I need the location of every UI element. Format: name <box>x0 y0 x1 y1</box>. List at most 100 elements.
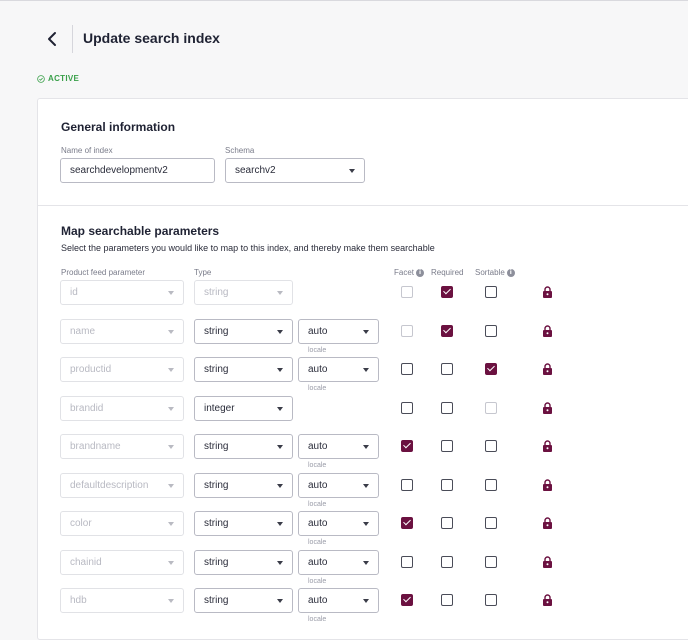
param-select[interactable]: defaultdescription <box>60 473 184 498</box>
param-select-value: id <box>70 287 78 298</box>
param-select-value: productid <box>70 364 112 375</box>
page-title: Update search index <box>83 30 220 46</box>
type-select-value: string <box>204 287 229 298</box>
caret-down-icon <box>349 169 355 173</box>
locale-label: locale <box>308 501 327 508</box>
facet-checkbox[interactable] <box>401 479 413 491</box>
locale-select-value: auto <box>308 326 328 337</box>
info-icon[interactable]: i <box>416 268 425 277</box>
caret-down-icon <box>363 522 369 526</box>
param-select-value: hdb <box>70 595 87 606</box>
locale-select[interactable]: auto <box>298 357 379 382</box>
type-select[interactable]: string <box>194 588 293 613</box>
required-checkbox[interactable] <box>441 440 453 452</box>
type-select[interactable]: string <box>194 550 293 575</box>
locale-select-value: auto <box>308 364 328 375</box>
caret-down-icon <box>277 368 283 372</box>
locale-select[interactable]: auto <box>298 434 379 459</box>
col-sortable-label: Sortable <box>475 268 505 277</box>
param-select-value: chainid <box>70 557 102 568</box>
locale-select-value: auto <box>308 480 328 491</box>
lock-icon[interactable] <box>542 362 553 375</box>
param-select[interactable]: name <box>60 319 184 344</box>
lock-icon[interactable] <box>542 401 553 414</box>
required-checkbox[interactable] <box>441 479 453 491</box>
param-select[interactable]: hdb <box>60 588 184 613</box>
facet-checkbox[interactable] <box>401 402 413 414</box>
sortable-checkbox[interactable] <box>485 479 497 491</box>
type-select-value: string <box>204 595 229 606</box>
locale-select-value: auto <box>308 441 328 452</box>
locale-label: locale <box>308 385 327 392</box>
caret-down-icon <box>277 522 283 526</box>
caret-down-icon <box>168 522 174 526</box>
locale-select[interactable]: auto <box>298 550 379 575</box>
required-checkbox[interactable] <box>441 325 453 337</box>
lock-icon[interactable] <box>542 516 553 529</box>
sortable-checkbox[interactable] <box>485 440 497 452</box>
sortable-checkbox[interactable] <box>485 363 497 375</box>
lock-icon[interactable] <box>542 439 553 452</box>
type-select[interactable]: string <box>194 434 293 459</box>
facet-checkbox[interactable] <box>401 556 413 568</box>
locale-select[interactable]: auto <box>298 588 379 613</box>
sortable-checkbox[interactable] <box>485 517 497 529</box>
facet-checkbox[interactable] <box>401 363 413 375</box>
lock-icon[interactable] <box>542 593 553 606</box>
header-divider <box>72 25 73 53</box>
type-select[interactable]: string <box>194 473 293 498</box>
facet-checkbox[interactable] <box>401 286 413 298</box>
lock-icon[interactable] <box>542 478 553 491</box>
param-select-value: name <box>70 326 96 337</box>
sortable-checkbox[interactable] <box>485 594 497 606</box>
index-name-input[interactable]: searchdevelopmentv2 <box>60 158 215 183</box>
caret-down-icon <box>277 484 283 488</box>
type-select[interactable]: integer <box>194 396 293 421</box>
param-select[interactable]: brandid <box>60 396 184 421</box>
locale-label: locale <box>308 616 327 623</box>
facet-checkbox[interactable] <box>401 325 413 337</box>
locale-select[interactable]: auto <box>298 473 379 498</box>
status-label: ACTIVE <box>48 74 80 83</box>
locale-label: locale <box>308 578 327 585</box>
required-checkbox[interactable] <box>441 594 453 606</box>
facet-checkbox[interactable] <box>401 517 413 529</box>
type-select[interactable]: string <box>194 319 293 344</box>
required-checkbox[interactable] <box>441 286 453 298</box>
locale-select-value: auto <box>308 557 328 568</box>
param-select[interactable]: id <box>60 280 184 305</box>
sortable-checkbox[interactable] <box>485 325 497 337</box>
sortable-checkbox[interactable] <box>485 556 497 568</box>
type-select[interactable]: string <box>194 280 293 305</box>
param-select[interactable]: productid <box>60 357 184 382</box>
sortable-checkbox[interactable] <box>485 402 497 414</box>
locale-select[interactable]: auto <box>298 319 379 344</box>
index-name-value: searchdevelopmentv2 <box>70 165 168 176</box>
back-button[interactable] <box>44 28 62 50</box>
schema-select[interactable]: searchv2 <box>225 158 365 183</box>
caret-down-icon <box>363 599 369 603</box>
type-select-value: string <box>204 518 229 529</box>
type-select[interactable]: string <box>194 511 293 536</box>
required-checkbox[interactable] <box>441 402 453 414</box>
required-checkbox[interactable] <box>441 556 453 568</box>
type-select[interactable]: string <box>194 357 293 382</box>
info-icon[interactable]: i <box>506 268 515 277</box>
param-select[interactable]: color <box>60 511 184 536</box>
param-select[interactable]: brandname <box>60 434 184 459</box>
caret-down-icon <box>168 291 174 295</box>
caret-down-icon <box>363 561 369 565</box>
param-select[interactable]: chainid <box>60 550 184 575</box>
locale-select-value: auto <box>308 518 328 529</box>
sortable-checkbox[interactable] <box>485 286 497 298</box>
locale-select[interactable]: auto <box>298 511 379 536</box>
required-checkbox[interactable] <box>441 517 453 529</box>
lock-icon[interactable] <box>542 555 553 568</box>
lock-icon[interactable] <box>542 324 553 337</box>
map-params-heading: Map searchable parameters <box>61 224 220 238</box>
facet-checkbox[interactable] <box>401 440 413 452</box>
facet-checkbox[interactable] <box>401 594 413 606</box>
check-circle-icon <box>37 74 45 83</box>
required-checkbox[interactable] <box>441 363 453 375</box>
lock-icon[interactable] <box>542 285 553 298</box>
